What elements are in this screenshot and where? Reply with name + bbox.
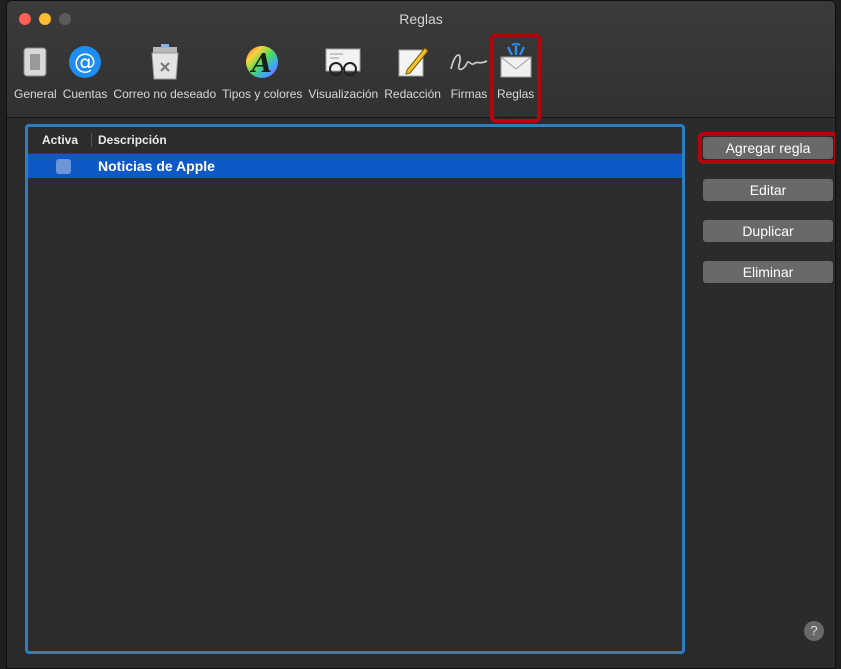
toolbar-label: Reglas <box>496 87 535 101</box>
rule-active-checkbox[interactable] <box>55 158 71 174</box>
junk-trash-icon <box>147 39 183 85</box>
toolbar-item-firmas[interactable]: Firmas <box>444 39 494 109</box>
column-header-descripcion[interactable]: Descripción <box>92 133 167 147</box>
toolbar-label: Tipos y colores <box>222 87 303 101</box>
titlebar: Reglas General @ Cuentas Correo no desea… <box>7 1 835 123</box>
preferences-window: Reglas General @ Cuentas Correo no desea… <box>6 0 836 669</box>
toolbar-item-tipos-y-colores[interactable]: A Tipos y colores <box>219 39 305 109</box>
add-rule-button[interactable]: Agregar regla <box>698 132 835 164</box>
column-header-activa[interactable]: Activa <box>28 133 92 147</box>
toolbar-item-correo-no-deseado[interactable]: Correo no deseado <box>110 39 219 109</box>
toolbar-item-reglas[interactable]: Reglas <box>489 33 542 123</box>
toolbar-label: Redacción <box>384 87 441 101</box>
toolbar-label: Firmas <box>450 87 488 101</box>
toolbar-label: Correo no deseado <box>113 87 217 101</box>
glasses-icon <box>323 39 363 85</box>
toolbar-item-general[interactable]: General <box>11 39 60 109</box>
general-switch-icon <box>22 39 48 85</box>
svg-text:@: @ <box>74 50 96 75</box>
at-sign-icon: @ <box>67 39 103 85</box>
window-title: Reglas <box>399 11 443 27</box>
signature-icon <box>447 39 491 85</box>
pencil-compose-icon <box>395 39 431 85</box>
toolbar-label: Cuentas <box>62 87 108 101</box>
table-header: Activa Descripción <box>28 127 682 154</box>
fonts-colors-icon: A <box>244 39 280 85</box>
svg-text:A: A <box>249 49 272 79</box>
toolbar-item-redaccion[interactable]: Redacción <box>381 39 444 109</box>
active-cell <box>28 158 98 174</box>
toolbar-item-cuentas[interactable]: @ Cuentas <box>60 39 111 109</box>
help-button[interactable]: ? <box>804 621 824 641</box>
toolbar-item-visualizacion[interactable]: Visualización <box>305 39 381 109</box>
rules-envelope-icon <box>498 39 534 85</box>
toolbar-label: Visualización <box>308 87 379 101</box>
toolbar-label: General <box>14 87 57 101</box>
delete-rule-button[interactable]: Eliminar <box>703 261 833 283</box>
edit-rule-button[interactable]: Editar <box>703 179 833 201</box>
table-row[interactable]: Noticias de Apple <box>28 154 682 178</box>
rules-table[interactable]: Activa Descripción Noticias de Apple <box>25 124 685 654</box>
duplicate-rule-button[interactable]: Duplicar <box>703 220 833 242</box>
rule-description: Noticias de Apple <box>98 158 215 174</box>
rules-content: Activa Descripción Noticias de Apple Agr… <box>7 118 835 668</box>
preferences-toolbar: General @ Cuentas Correo no deseado A Ti… <box>11 33 542 123</box>
